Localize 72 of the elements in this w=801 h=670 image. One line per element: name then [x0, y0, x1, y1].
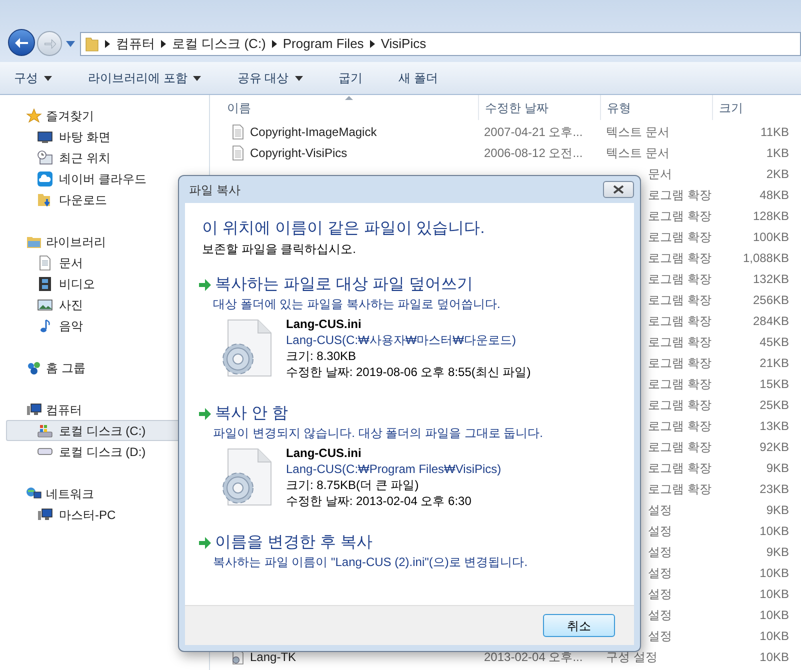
size-cell: 25KB — [760, 398, 789, 412]
option-title: 복사하는 파일로 대상 파일 덮어쓰기 — [215, 275, 473, 295]
date-cell: 2006-08-12 오전... — [484, 146, 583, 160]
size-cell: 23KB — [760, 482, 789, 496]
size-cell: 2KB — [766, 166, 789, 180]
option-title: 복사 안 함 — [215, 404, 288, 424]
type-cell: 로그램 확장 — [648, 356, 712, 370]
type-cell: 로그램 확장 — [648, 376, 712, 390]
size-cell: 13KB — [760, 418, 789, 432]
type-cell: 로그램 확장 — [648, 398, 712, 412]
dialog-title: 파일 복사 — [188, 182, 240, 198]
type-cell: 로그램 확장 — [648, 292, 712, 306]
size-cell: 21KB — [760, 356, 789, 370]
file-modified: 수정한 날짜: 2013-02-04 오후 6:30 — [286, 493, 472, 509]
option-description: 대상 폴더에 있는 파일을 복사하는 파일로 덮어씁니다. — [212, 296, 502, 313]
type-cell: 텍스트 문서 — [606, 146, 670, 160]
option-title: 이름을 변경한 후 복사 — [215, 533, 372, 553]
option-description: 복사하는 파일 이름이 "Lang-CUS (2).ini"(으)로 변경됩니다. — [212, 554, 529, 571]
date-cell: 2013-02-04 오후... — [484, 650, 583, 664]
type-cell: 설정 — [648, 566, 672, 580]
type-cell: 로그램 확장 — [648, 208, 712, 222]
size-cell: 128KB — [752, 208, 789, 222]
size-cell: 45KB — [760, 334, 789, 348]
size-cell: 9KB — [766, 502, 789, 516]
dialog-instruction: 보존할 파일을 클릭하십시오. — [202, 241, 358, 258]
size-cell: 132KB — [752, 272, 789, 286]
type-cell: 설정 — [648, 502, 672, 516]
size-cell: 10KB — [760, 524, 789, 538]
size-cell: 10KB — [760, 628, 789, 642]
size-cell: 10KB — [760, 650, 789, 664]
size-cell: 9KB — [766, 544, 789, 558]
size-cell: 10KB — [760, 586, 789, 600]
size-cell: 11KB — [760, 124, 789, 138]
size-cell: 9KB — [766, 460, 789, 474]
size-cell: 48KB — [760, 188, 789, 202]
option-description: 파일이 변경되지 않습니다. 대상 폴더의 파일을 그대로 둡니다. — [212, 425, 544, 442]
type-cell: 로그램 확장 — [648, 188, 712, 202]
size-cell: 10KB — [760, 608, 789, 622]
type-cell: 설정 — [648, 524, 672, 538]
size-cell: 256KB — [752, 292, 789, 306]
type-cell: 로그램 확장 — [648, 418, 712, 432]
type-cell: 로그램 확장 — [648, 482, 712, 496]
file-name: Lang-CUS.ini — [286, 445, 362, 461]
size-cell: 1,088KB — [742, 250, 789, 264]
type-cell: 로그램 확장 — [648, 314, 712, 328]
size-cell: 92KB — [760, 440, 789, 454]
date-cell: 2007-04-21 오후... — [484, 124, 583, 138]
size-cell: 10KB — [760, 566, 789, 580]
type-cell: 텍스트 문서 — [606, 124, 670, 138]
type-cell: 설정 — [648, 608, 672, 622]
type-cell: 설정 — [648, 544, 672, 558]
file-size: 크기: 8.30KB — [286, 348, 358, 364]
size-cell: 1KB — [766, 146, 789, 160]
type-cell: 구성 설정 — [606, 650, 658, 664]
type-cell: 로그램 확장 — [648, 272, 712, 286]
size-cell: 284KB — [752, 314, 789, 328]
type-cell: 설정 — [648, 628, 672, 642]
type-cell: 문서 — [648, 166, 672, 180]
type-cell: 설정 — [648, 586, 672, 600]
type-cell: 로그램 확장 — [648, 334, 712, 348]
type-cell: 로그램 확장 — [648, 230, 712, 244]
file-path: Lang-CUS(C:₩Program Files₩VisiPics) — [286, 461, 502, 477]
size-cell: 15KB — [760, 376, 789, 390]
file-name: Lang-CUS.ini — [286, 316, 362, 332]
type-cell: 로그램 확장 — [648, 250, 712, 264]
type-cell: 로그램 확장 — [648, 460, 712, 474]
file-modified: 수정한 날짜: 2019-08-06 오후 8:55(최신 파일) — [286, 364, 531, 380]
size-cell: 100KB — [752, 230, 789, 244]
file-size: 크기: 8.75KB(더 큰 파일) — [286, 477, 420, 493]
file-path: Lang-CUS(C:₩사용자₩마스터₩다운로드) — [286, 332, 517, 348]
dialog-heading: 이 위치에 이름이 같은 파일이 있습니다. — [202, 219, 486, 239]
type-cell: 로그램 확장 — [648, 440, 712, 454]
